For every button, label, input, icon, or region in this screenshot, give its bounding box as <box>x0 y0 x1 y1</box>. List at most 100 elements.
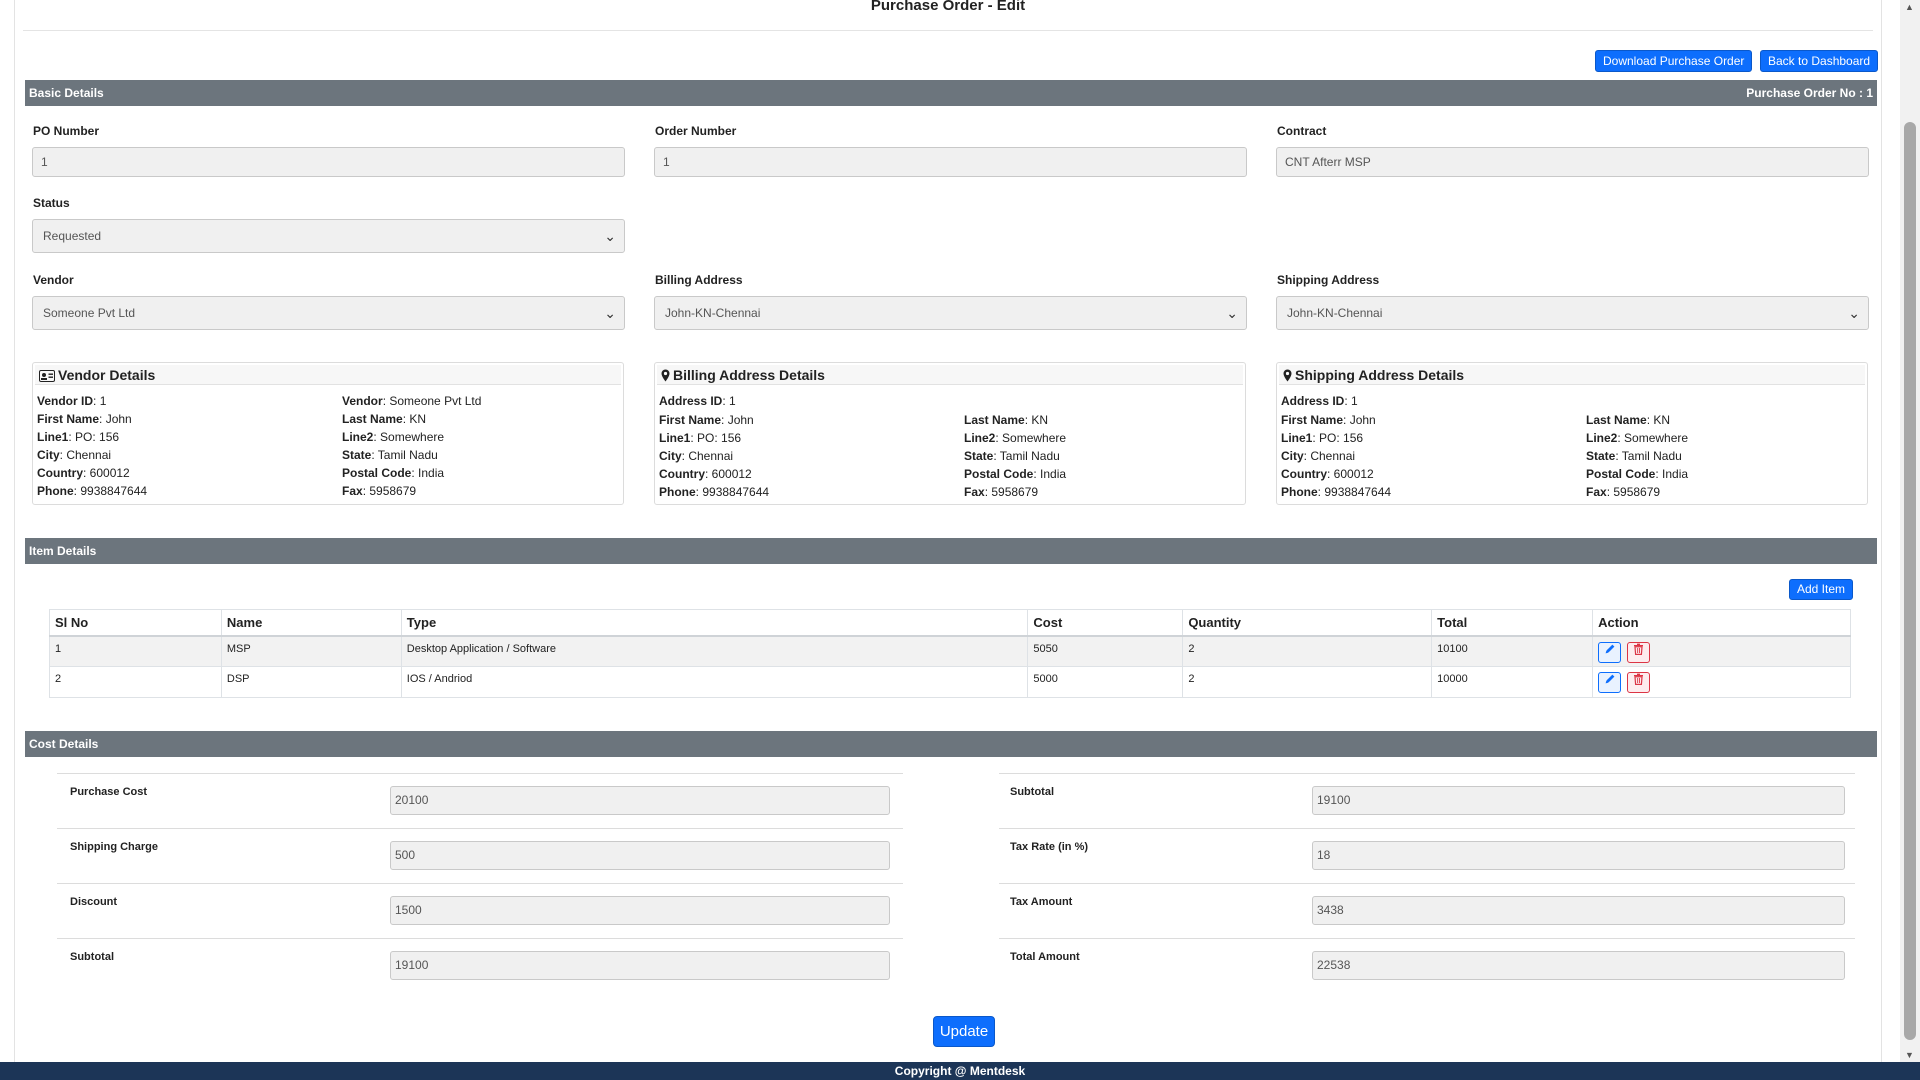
contract-input[interactable] <box>1276 147 1869 177</box>
billing-field: Address ID: 1 <box>659 394 736 408</box>
basic-details-bar: Basic Details Purchase Order No : 1 <box>25 80 1877 106</box>
order-number-input[interactable] <box>654 147 1247 177</box>
scrollbar-thumb[interactable] <box>1904 122 1916 1040</box>
scroll-up-icon[interactable]: ▲ <box>1905 2 1914 12</box>
shipping-field: Line1: PO: 156 <box>1281 431 1364 445</box>
po-number-input[interactable] <box>32 147 625 177</box>
tax-amount-input[interactable]: 3438 <box>1312 896 1845 925</box>
items-table: Sl No Name Type Cost Quantity Total Acti… <box>49 609 1851 698</box>
shipping-charge-input[interactable]: 500 <box>390 841 890 870</box>
cell-sl-no: 2 <box>49 666 222 698</box>
po-number-display: Purchase Order No : 1 <box>1746 86 1873 100</box>
item-details-title: Item Details <box>29 544 97 558</box>
shipping-address-select[interactable]: John-KN-Chennai ⌄ <box>1276 296 1869 330</box>
billing-address-header: Billing Address Details <box>657 365 1243 385</box>
shipping-field: First Name: John <box>1281 413 1376 427</box>
edit-item-button[interactable] <box>1598 641 1622 663</box>
chevron-down-icon: ⌄ <box>604 305 616 321</box>
order-number-label: Order Number <box>655 124 737 138</box>
vertical-scrollbar[interactable]: ▲ ▼ <box>1900 0 1920 1062</box>
left-subtotal-input[interactable]: 19100 <box>390 951 890 980</box>
billing-field: Postal Code: India <box>964 467 1067 481</box>
discount-input[interactable]: 1500 <box>390 896 890 925</box>
cost-details-bar: Cost Details <box>25 731 1877 757</box>
edit-item-button[interactable] <box>1598 672 1622 693</box>
billing-field: Phone: 9938847644 <box>659 485 770 499</box>
page-title: Purchase Order - Edit <box>870 0 1026 14</box>
shipping-field: Country: 600012 <box>1281 467 1374 481</box>
vendor-field: Last Name: KN <box>342 412 427 426</box>
delete-item-button[interactable] <box>1627 672 1651 693</box>
status-select[interactable]: Requested ⌄ <box>32 219 625 253</box>
column-header: Total <box>1431 609 1594 637</box>
download-purchase-order-button[interactable]: Download Purchase Order <box>1595 50 1753 72</box>
billing-field: City: Chennai <box>659 449 734 463</box>
shipping-field: Fax: 5958679 <box>1586 485 1661 499</box>
left-subtotal-label: Subtotal <box>70 951 114 963</box>
vendor-field: Vendor: Someone Pvt Ltd <box>342 394 482 408</box>
cost-row-divider <box>57 773 903 774</box>
cost-row-divider <box>999 938 1855 939</box>
cell-cost: 5050 <box>1027 635 1184 667</box>
total-amount-input[interactable]: 22538 <box>1312 951 1845 980</box>
billing-address-label: Billing Address <box>655 273 743 287</box>
tax-rate-input[interactable]: 18 <box>1312 841 1845 870</box>
cell-action <box>1592 666 1851 698</box>
trash-icon <box>1634 673 1644 685</box>
shipping-field: Postal Code: India <box>1586 467 1689 481</box>
basic-details-title: Basic Details <box>29 86 104 100</box>
vendor-label: Vendor <box>33 273 74 287</box>
column-header: Type <box>400 609 1029 637</box>
vendor-field: Vendor ID: 1 <box>37 394 107 408</box>
purchase-cost-input[interactable]: 20100 <box>390 786 890 815</box>
cell-name: MSP <box>220 635 402 667</box>
cost-row-divider <box>999 828 1855 829</box>
column-header: Name <box>220 609 402 637</box>
column-header: Quantity <box>1182 609 1433 637</box>
map-marker-icon <box>661 369 670 382</box>
vendor-select[interactable]: Someone Pvt Ltd ⌄ <box>32 296 625 330</box>
column-header: Sl No <box>49 609 222 637</box>
vendor-field: State: Tamil Nadu <box>342 448 438 462</box>
billing-address-select[interactable]: John-KN-Chennai ⌄ <box>654 296 1247 330</box>
delete-item-button[interactable] <box>1627 641 1651 663</box>
vendor-details-title: Vendor Details <box>58 367 156 383</box>
pencil-icon <box>1605 674 1614 684</box>
vendor-field: Postal Code: India <box>342 466 445 480</box>
vendor-selected-value: Someone Pvt Ltd <box>43 306 136 320</box>
update-button[interactable]: Update <box>933 1016 995 1047</box>
copyright-text: Copyright @ Mentdesk <box>894 1064 1026 1078</box>
billing-field: Country: 600012 <box>659 467 752 481</box>
cell-quantity: 2 <box>1182 635 1433 667</box>
cost-row-divider <box>57 883 903 884</box>
shipping-field: Address ID: 1 <box>1281 394 1358 408</box>
add-item-button[interactable]: Add Item <box>1789 579 1854 600</box>
shipping-address-card: Shipping Address Details Address ID: 1 F… <box>1276 362 1868 505</box>
table-header-row: Sl No Name Type Cost Quantity Total Acti… <box>49 609 1851 637</box>
cell-sl-no: 1 <box>49 635 222 667</box>
chevron-down-icon: ⌄ <box>604 228 616 244</box>
cost-details-title: Cost Details <box>29 737 99 751</box>
cell-type: IOS / Andriod <box>400 666 1029 698</box>
back-to-dashboard-button[interactable]: Back to Dashboard <box>1760 50 1879 72</box>
tax-rate-label: Tax Rate (in %) <box>1010 841 1089 853</box>
column-header: Cost <box>1027 609 1184 637</box>
vendor-field: Fax: 5958679 <box>342 484 417 498</box>
cell-cost: 5000 <box>1027 666 1184 698</box>
id-card-icon <box>39 370 55 382</box>
right-subtotal-input[interactable]: 19100 <box>1312 786 1845 815</box>
shipping-field: Last Name: KN <box>1586 413 1671 427</box>
billing-selected-value: John-KN-Chennai <box>665 306 761 320</box>
scroll-down-icon[interactable]: ▼ <box>1905 1050 1914 1060</box>
map-marker-icon <box>1283 369 1292 382</box>
cell-total: 10000 <box>1431 666 1594 698</box>
contract-label: Contract <box>1277 124 1327 138</box>
status-label: Status <box>33 196 70 210</box>
shipping-field: City: Chennai <box>1281 449 1356 463</box>
cell-quantity: 2 <box>1182 666 1433 698</box>
cost-row-divider <box>57 828 903 829</box>
cell-action <box>1592 635 1851 667</box>
total-amount-label: Total Amount <box>1010 951 1080 963</box>
vendor-field: Line2: Somewhere <box>342 430 445 444</box>
chevron-down-icon: ⌄ <box>1848 305 1860 321</box>
